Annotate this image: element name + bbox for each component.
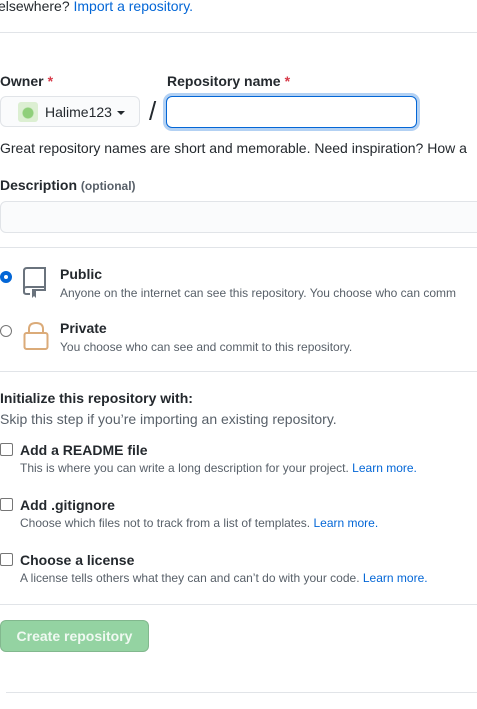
import-prefix: elsewhere? (0, 0, 70, 14)
description-label: Description (optional) (0, 177, 136, 193)
public-radio[interactable] (0, 271, 12, 283)
divider (0, 247, 477, 248)
license-description: A license tells others what they can and… (20, 571, 428, 585)
owner-dropdown[interactable]: Halime123 (0, 96, 140, 127)
owner-name: Halime123 (45, 103, 112, 120)
gitignore-label: Add .gitignore (20, 497, 115, 513)
create-repository-button[interactable]: Create repository (0, 620, 149, 652)
license-description-text: A license tells others what they can and… (20, 571, 360, 585)
divider (6, 692, 477, 693)
private-description: You choose who can see and commit to thi… (60, 340, 353, 354)
initialize-heading: Initialize this repository with: (0, 390, 193, 406)
private-title: Private (60, 320, 107, 336)
license-label: Choose a license (20, 552, 135, 568)
readme-label: Add a README file (20, 442, 148, 458)
initialize-subtext: Skip this step if you’re importing an ex… (0, 411, 337, 427)
owner-label: Owner * (0, 73, 53, 89)
public-description: Anyone on the internet can see this repo… (60, 286, 457, 300)
readme-description-text: This is where you can write a long descr… (20, 461, 349, 475)
private-radio[interactable] (0, 325, 12, 337)
license-checkbox[interactable] (0, 553, 13, 566)
readme-checkbox[interactable] (0, 443, 13, 456)
required-mark: * (47, 73, 54, 89)
divider (0, 371, 477, 372)
description-label-text: Description (0, 177, 78, 193)
description-input[interactable] (0, 201, 477, 233)
repository-name-label: Repository name * (167, 73, 290, 89)
required-mark: * (284, 73, 291, 89)
repository-name-input[interactable] (166, 96, 417, 128)
chevron-down-icon (116, 110, 125, 115)
readme-description: This is where you can write a long descr… (20, 461, 417, 475)
import-repository-link[interactable]: Import a repository. (74, 0, 194, 14)
gitignore-learn-more-link[interactable]: Learn more. (313, 516, 378, 530)
slash-separator: / (149, 96, 157, 126)
lock-icon (23, 321, 49, 350)
import-text: elsewhere? Import a repository. (0, 0, 193, 14)
gitignore-description: Choose which files not to track from a l… (20, 516, 378, 530)
repository-name-hint: Great repository names are short and mem… (0, 140, 467, 156)
owner-label-text: Owner (0, 73, 44, 89)
repository-name-label-text: Repository name (167, 73, 281, 89)
avatar (18, 101, 38, 122)
repo-icon (23, 267, 46, 298)
license-learn-more-link[interactable]: Learn more. (363, 571, 428, 585)
readme-learn-more-link[interactable]: Learn more. (352, 461, 417, 475)
divider (0, 604, 477, 605)
gitignore-description-text: Choose which files not to track from a l… (20, 516, 311, 530)
gitignore-checkbox[interactable] (0, 498, 13, 511)
public-title: Public (60, 266, 103, 282)
optional-tag: (optional) (80, 179, 136, 193)
divider (0, 32, 477, 33)
